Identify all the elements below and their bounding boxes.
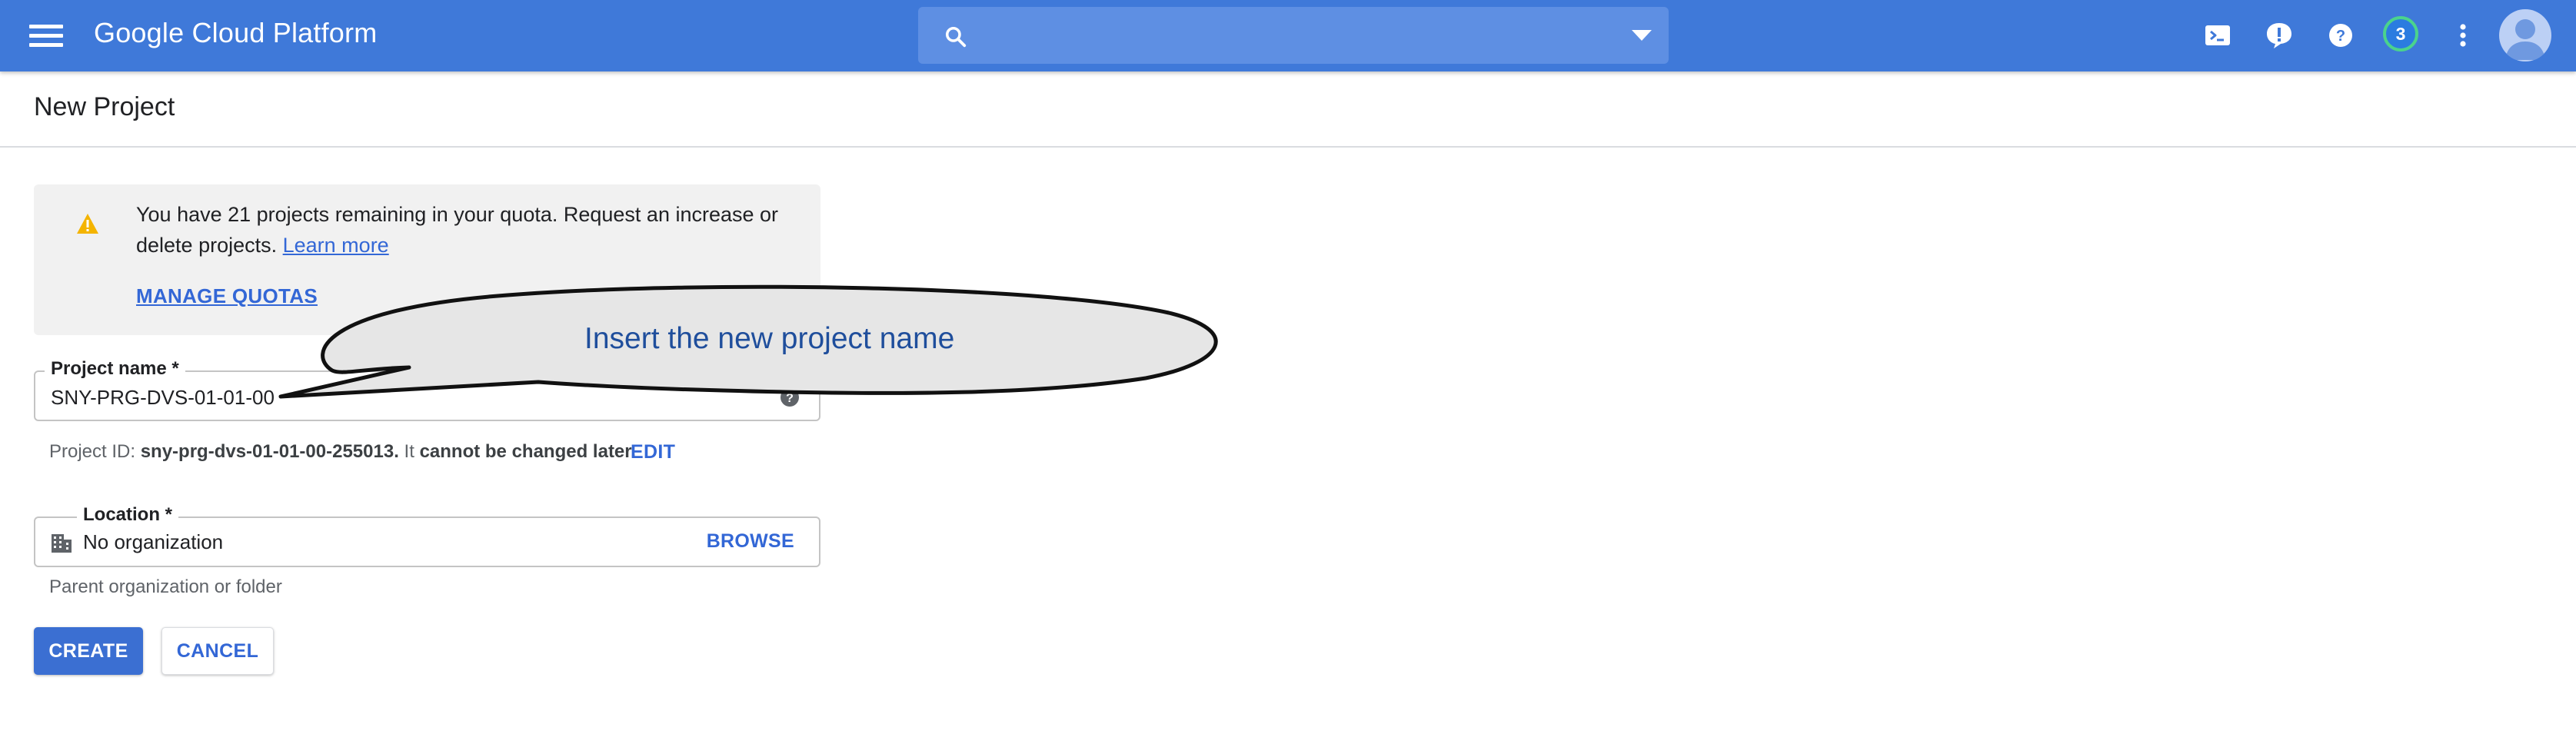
edit-project-id-button[interactable]: EDIT	[631, 441, 675, 463]
quota-message-text: You have 21 projects remaining in your q…	[136, 203, 779, 257]
help-icon[interactable]: ?	[2325, 20, 2356, 51]
location-label: Location *	[77, 504, 179, 526]
feedback-icon[interactable]	[2264, 20, 2295, 51]
project-id-note: It	[404, 441, 414, 462]
account-avatar[interactable]	[2499, 9, 2551, 61]
building-icon	[52, 534, 72, 553]
browse-location-button[interactable]: BROWSE	[707, 530, 794, 553]
create-button[interactable]: CREATE	[34, 627, 143, 675]
quota-message: You have 21 projects remaining in your q…	[136, 199, 797, 261]
project-id-prefix: Project ID:	[49, 441, 136, 462]
location-hint: Parent organization or folder	[49, 576, 282, 597]
more-vert-icon[interactable]	[2448, 20, 2478, 51]
search-icon	[946, 27, 967, 48]
svg-text:?: ?	[2336, 28, 2345, 45]
search-input[interactable]	[989, 18, 1592, 55]
project-id-warning: cannot be changed later.	[419, 441, 636, 462]
location-field[interactable]: Location * No organization BROWSE	[34, 504, 820, 567]
menu-icon[interactable]	[29, 25, 63, 48]
search-dropdown-caret-icon[interactable]	[1632, 30, 1652, 41]
page-title: New Project	[34, 92, 175, 121]
callout-text: Insert the new project name	[584, 322, 955, 355]
warning-icon	[77, 214, 98, 234]
project-id-value: sny-prg-dvs-01-01-00-255013.	[140, 441, 399, 462]
user-avatar-icon	[2505, 19, 2545, 60]
learn-more-link[interactable]: Learn more	[283, 234, 389, 257]
title-divider	[0, 146, 2576, 148]
project-name-label: Project name *	[45, 358, 185, 380]
cancel-button[interactable]: CANCEL	[161, 627, 274, 675]
notifications-badge[interactable]: 3	[2383, 16, 2418, 51]
project-id-line: Project ID: sny-prg-dvs-01-01-00-255013.…	[49, 441, 636, 463]
search-bar[interactable]	[918, 7, 1669, 64]
location-value: No organization	[83, 530, 224, 553]
cloud-shell-icon[interactable]	[2202, 20, 2233, 51]
top-app-bar: Google Cloud Platform ? 3	[0, 0, 2576, 71]
brand-title[interactable]: Google Cloud Platform	[94, 17, 377, 49]
